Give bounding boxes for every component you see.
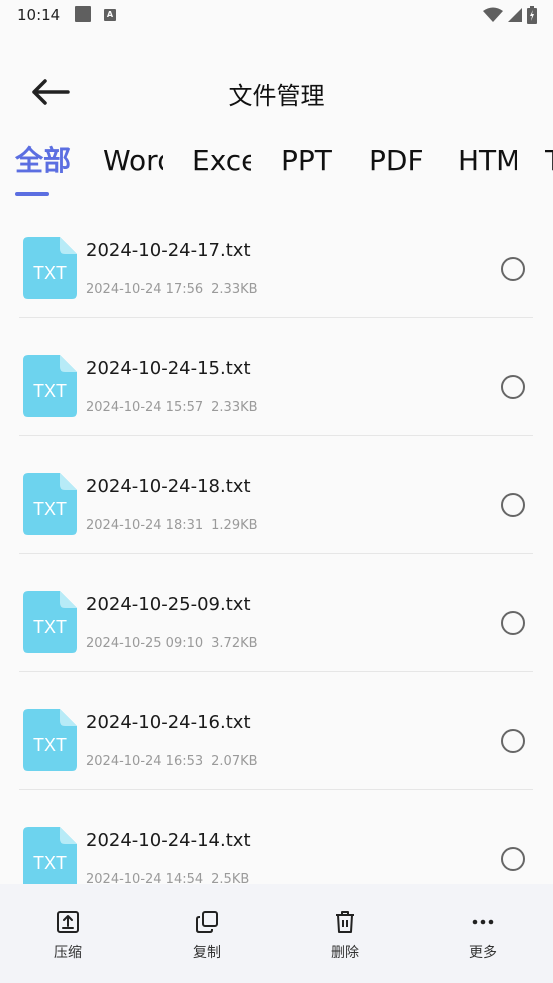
file-meta: 2024-10-24 15:57 2.33KB xyxy=(86,400,258,415)
file-name: 2024-10-24-17.txt xyxy=(86,240,251,261)
file-row[interactable]: TXT 2024-10-24-16.txt 2024-10-24 16:53 2.… xyxy=(0,672,553,790)
file-name: 2024-10-24-16.txt xyxy=(86,712,251,733)
txt-file-icon: TXT xyxy=(23,591,77,653)
svg-text:TXT: TXT xyxy=(33,381,67,401)
delete-button[interactable]: 删除 xyxy=(307,902,383,962)
file-date: 2024-10-25 09:10 xyxy=(86,636,204,651)
status-bar: 10:14 A xyxy=(0,0,553,32)
file-meta: 2024-10-24 18:31 1.29KB xyxy=(86,518,258,533)
file-name: 2024-10-24-14.txt xyxy=(86,830,251,851)
status-time: 10:14 xyxy=(17,6,61,24)
file-size: 2.5KB xyxy=(211,872,250,884)
copy-label: 复制 xyxy=(193,945,221,961)
svg-text:TXT: TXT xyxy=(33,617,67,637)
status-icons xyxy=(483,6,537,24)
file-date: 2024-10-24 17:56 xyxy=(86,282,204,297)
svg-text:TXT: TXT xyxy=(33,499,67,519)
file-meta: 2024-10-24 14:54 2.5KB xyxy=(86,872,249,884)
compress-label: 压缩 xyxy=(54,945,82,961)
file-name: 2024-10-25-09.txt xyxy=(86,594,251,615)
txt-file-icon: TXT xyxy=(23,709,77,771)
battery-icon xyxy=(527,6,537,24)
file-row[interactable]: TXT 2024-10-24-14.txt 2024-10-24 14:54 2.… xyxy=(0,790,553,884)
file-size: 2.33KB xyxy=(211,282,258,297)
txt-file-icon: TXT xyxy=(23,237,77,299)
copy-button[interactable]: 复制 xyxy=(169,902,245,962)
select-radio[interactable] xyxy=(501,375,525,399)
file-size: 2.33KB xyxy=(211,400,258,415)
file-type-tabs: 全部 Word Excel PPT PDF HTML T xyxy=(0,138,553,200)
tab-txt[interactable]: T xyxy=(545,138,553,184)
active-tab-indicator xyxy=(15,192,49,196)
more-label: 更多 xyxy=(469,945,497,961)
file-date: 2024-10-24 18:31 xyxy=(86,518,204,533)
txt-file-icon: TXT xyxy=(23,473,77,535)
file-list: TXT 2024-10-24-17.txt 2024-10-24 17:56 2.… xyxy=(0,200,553,884)
select-radio[interactable] xyxy=(501,729,525,753)
file-size: 2.07KB xyxy=(211,754,258,769)
compress-button[interactable]: 压缩 xyxy=(30,902,106,962)
file-date: 2024-10-24 14:54 xyxy=(86,872,204,884)
delete-label: 删除 xyxy=(331,945,359,961)
file-size: 1.29KB xyxy=(211,518,258,533)
file-meta: 2024-10-24 17:56 2.33KB xyxy=(86,282,258,297)
tab-word[interactable]: Word xyxy=(103,138,163,184)
svg-text:TXT: TXT xyxy=(33,853,67,873)
tab-excel[interactable]: Excel xyxy=(192,138,251,184)
notification-a-icon: A xyxy=(104,9,116,21)
file-row[interactable]: TXT 2024-10-24-18.txt 2024-10-24 18:31 1.… xyxy=(0,436,553,554)
file-row[interactable]: TXT 2024-10-24-17.txt 2024-10-24 17:56 2.… xyxy=(0,200,553,318)
svg-text:TXT: TXT xyxy=(33,735,67,755)
wifi-icon xyxy=(483,7,503,22)
tab-all[interactable]: 全部 xyxy=(15,138,79,184)
select-radio[interactable] xyxy=(501,847,525,871)
app-header: 文件管理 xyxy=(0,60,553,124)
tab-ppt[interactable]: PPT xyxy=(281,138,345,184)
txt-file-icon: TXT xyxy=(23,827,77,884)
compress-icon xyxy=(57,911,79,933)
txt-file-icon: TXT xyxy=(23,355,77,417)
select-radio[interactable] xyxy=(501,611,525,635)
select-radio[interactable] xyxy=(501,257,525,281)
file-name: 2024-10-24-18.txt xyxy=(86,476,251,497)
page-title: 文件管理 xyxy=(228,82,325,110)
file-meta: 2024-10-25 09:10 3.72KB xyxy=(86,636,258,651)
file-size: 3.72KB xyxy=(211,636,258,651)
file-date: 2024-10-24 16:53 xyxy=(86,754,204,769)
tab-html[interactable]: HTML xyxy=(458,138,517,184)
select-radio[interactable] xyxy=(501,493,525,517)
svg-text:TXT: TXT xyxy=(33,263,67,283)
notification-square-icon xyxy=(75,6,91,22)
file-date: 2024-10-24 15:57 xyxy=(86,400,204,415)
signal-icon xyxy=(508,8,522,22)
trash-icon xyxy=(336,911,354,933)
more-dots-icon xyxy=(472,919,494,925)
more-button[interactable]: 更多 xyxy=(445,902,521,962)
file-row[interactable]: TXT 2024-10-25-09.txt 2024-10-25 09:10 3.… xyxy=(0,554,553,672)
copy-icon xyxy=(196,911,218,933)
file-name: 2024-10-24-15.txt xyxy=(86,358,251,379)
file-meta: 2024-10-24 16:53 2.07KB xyxy=(86,754,258,769)
bottom-action-bar: 压缩 复制 删除 更多 xyxy=(0,884,553,983)
tab-pdf[interactable]: PDF xyxy=(369,138,433,184)
file-row[interactable]: TXT 2024-10-24-15.txt 2024-10-24 15:57 2.… xyxy=(0,318,553,436)
